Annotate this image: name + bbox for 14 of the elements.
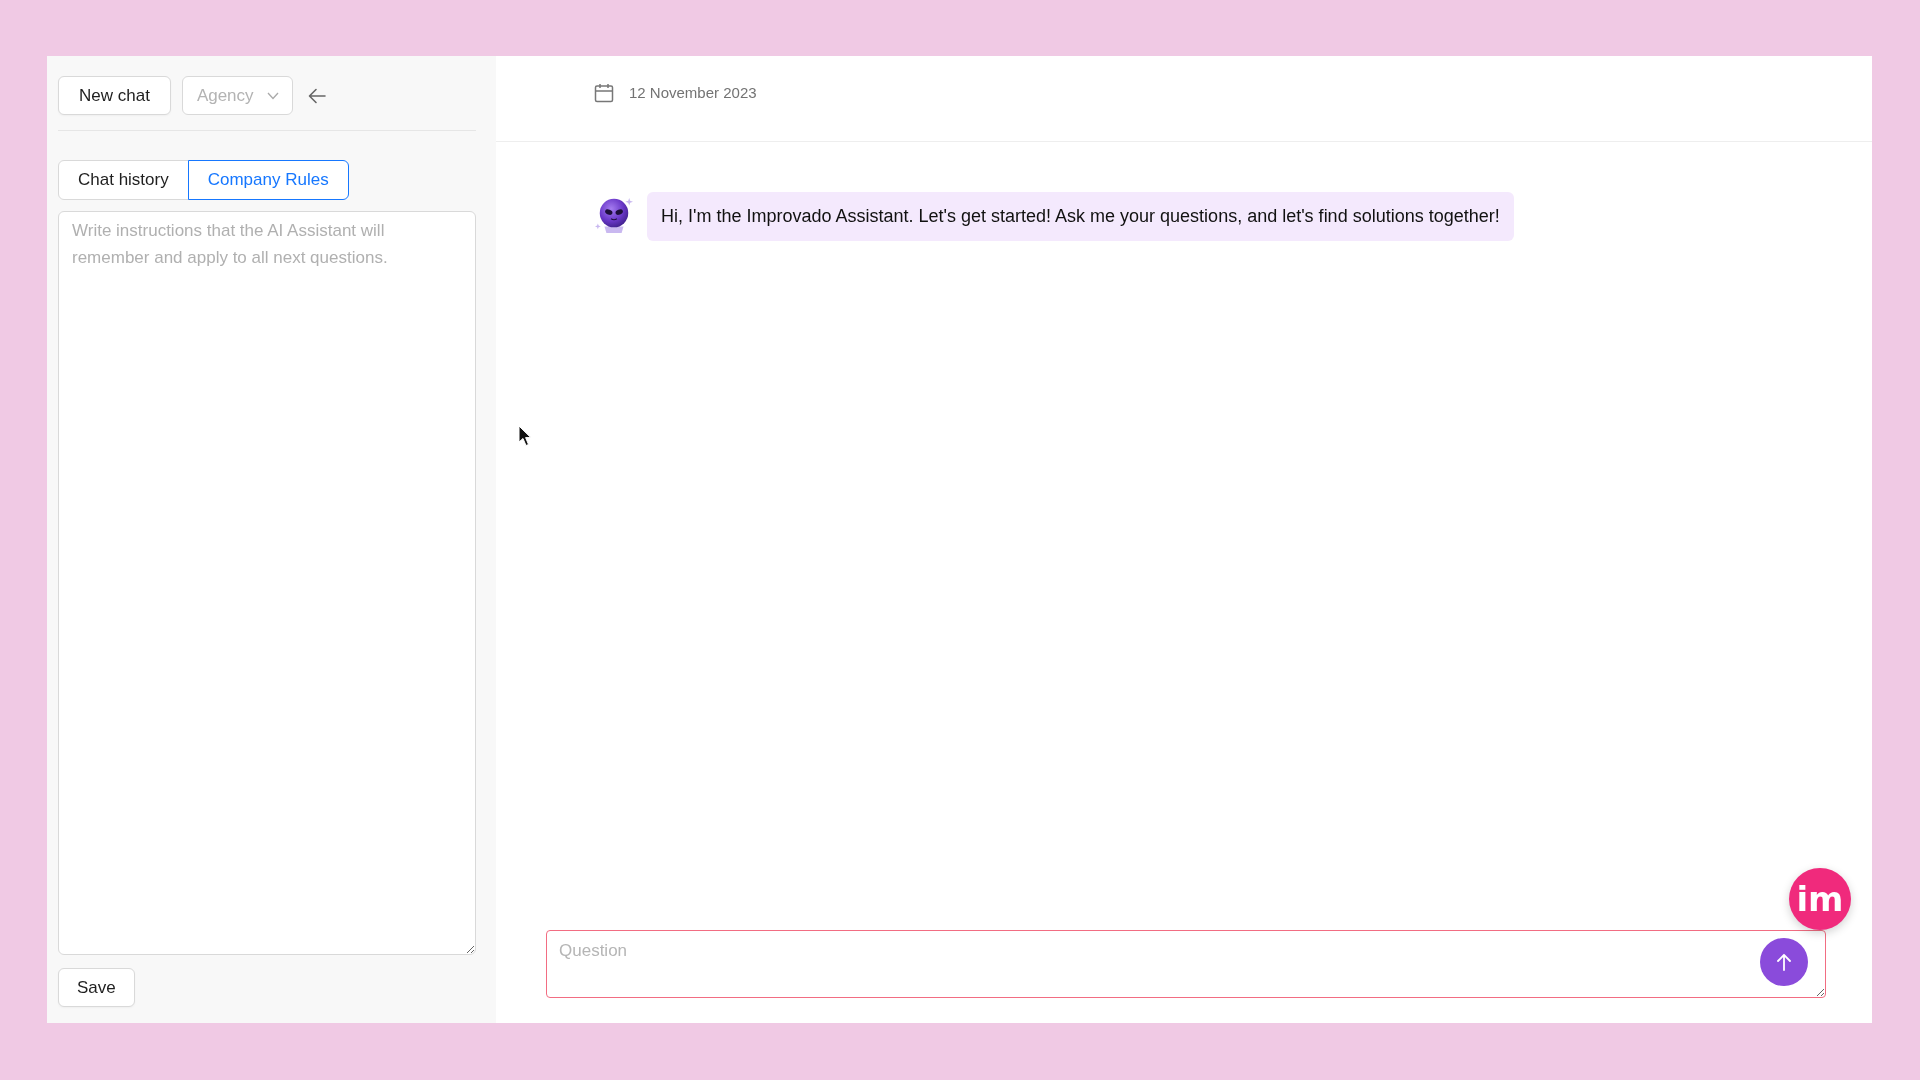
arrow-up-icon [1776, 953, 1792, 971]
save-button[interactable]: Save [58, 968, 135, 1007]
chevron-down-icon [266, 91, 279, 100]
calendar-icon [594, 83, 614, 103]
tab[interactable]: Company Rules [187, 160, 349, 200]
tab[interactable]: Chat history [58, 160, 189, 200]
rules-field[interactable]: Write instructions that the AI Assistant will remember and apply to all next questions. [58, 211, 476, 955]
back-arrow-icon[interactable] [307, 87, 326, 104]
logo-badge[interactable]: im [1789, 868, 1851, 930]
new-chat-button[interactable]: New chat [58, 76, 171, 115]
assistant-message: Hi, I'm the Improvado Assistant. Let's get started! Ask me your questions, and let's find solutions together! [647, 192, 1514, 241]
mouse-pointer-icon [518, 425, 532, 447]
question-field[interactable]: Question [546, 930, 1826, 998]
chat-date: 12 November 2023 [629, 83, 757, 103]
